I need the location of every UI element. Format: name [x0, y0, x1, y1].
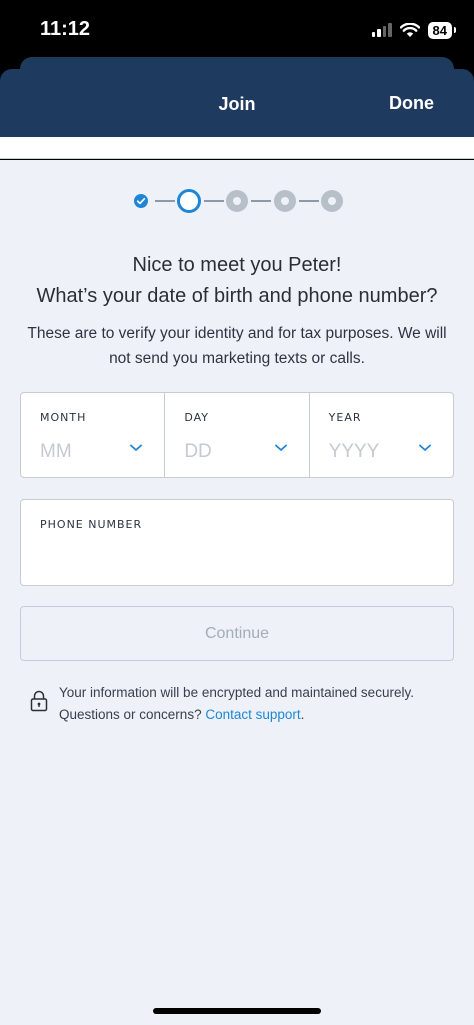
year-select[interactable]: YEAR YYYY	[310, 393, 453, 477]
month-placeholder: MM	[40, 441, 72, 462]
greeting-text: Nice to meet you Peter!	[132, 254, 342, 276]
phone-input[interactable]	[40, 544, 430, 572]
chevron-down-icon	[274, 444, 287, 451]
date-of-birth-group: MONTH MM DAY DD YEAR YYYY	[20, 392, 454, 478]
status-icons: 84	[371, 20, 457, 40]
lock-icon	[30, 690, 48, 712]
year-placeholder: YYYY	[328, 441, 380, 462]
wifi-icon	[399, 22, 420, 37]
step-connector	[299, 200, 319, 202]
day-placeholder: DD	[184, 441, 212, 462]
security-trailing: .	[300, 707, 305, 722]
step-2-current-icon	[177, 189, 201, 213]
phone-number-field[interactable]: PHONE NUMBER	[20, 499, 454, 586]
step-5-icon	[321, 190, 343, 212]
chevron-down-icon	[130, 444, 143, 451]
month-select[interactable]: MONTH MM	[21, 393, 166, 477]
step-1-complete-icon	[131, 191, 151, 211]
step-3-icon	[226, 190, 248, 212]
question-text: What’s your date of birth and phone numb…	[36, 285, 438, 307]
step-connector	[204, 200, 224, 202]
progress-stepper	[0, 189, 474, 213]
chevron-down-icon	[419, 444, 431, 451]
step-connector	[155, 200, 175, 202]
step-4-icon	[274, 190, 296, 212]
contact-support-link[interactable]: Contact support	[205, 707, 300, 722]
battery-indicator: 84	[427, 21, 457, 39]
day-select[interactable]: DAY DD	[165, 393, 310, 477]
year-label: YEAR	[328, 411, 362, 424]
status-bar: 11:12 84	[0, 0, 474, 60]
phone-label: PHONE NUMBER	[40, 518, 143, 531]
header-divider	[0, 137, 474, 159]
form-content: Nice to meet you Peter! What’s your date…	[0, 160, 474, 1025]
continue-button[interactable]: Continue	[20, 606, 454, 661]
header-bar: Join Done	[0, 69, 474, 137]
home-indicator[interactable]	[153, 1008, 321, 1014]
month-label: MONTH	[40, 411, 87, 424]
status-time: 11:12	[40, 18, 91, 40]
cellular-signal-icon	[371, 23, 392, 37]
security-text: Your information will be encrypted and m…	[59, 682, 459, 726]
done-button[interactable]: Done	[389, 93, 434, 114]
day-label: DAY	[184, 411, 209, 424]
description-text: These are to verify your identity and fo…	[27, 325, 447, 367]
step-connector	[251, 200, 271, 202]
form-heading: Nice to meet you Peter! What’s your date…	[0, 250, 474, 312]
